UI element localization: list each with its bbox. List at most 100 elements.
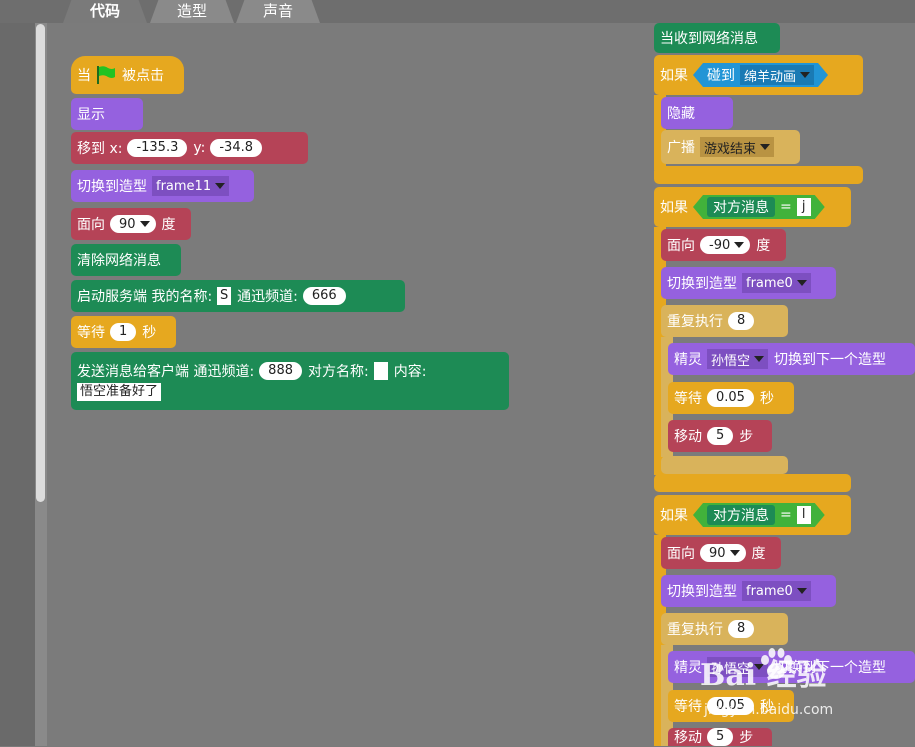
compare-value-input[interactable]: l (797, 506, 811, 524)
palette-scrollbar-thumb[interactable] (36, 24, 45, 502)
chevron-down-icon (729, 550, 740, 556)
if-message-left-block[interactable]: 如果 对方消息 = j (654, 187, 851, 227)
move-label: 移动 (674, 429, 702, 445)
direction-value: 90 (709, 545, 726, 561)
face-label: 面向 (667, 238, 695, 254)
compare-value-input[interactable]: j (797, 198, 811, 216)
costume-dropdown[interactable]: frame11 (152, 176, 230, 196)
point-direction-label: 面向 (77, 217, 105, 233)
target-name-label: 对方名称: (308, 364, 369, 380)
goto-y-input[interactable]: -34.8 (210, 139, 262, 157)
move-unit: 步 (739, 429, 754, 445)
send-channel-input[interactable]: 888 (259, 362, 302, 380)
if-label: 如果 (660, 68, 688, 84)
repeat-block[interactable]: 重复执行 8 (661, 305, 788, 337)
when-flag-clicked-block[interactable]: 当 被点击 (71, 56, 184, 94)
watermark-logo: Bai 经验 (700, 658, 827, 693)
repeat-block[interactable]: 重复执行 8 (661, 613, 788, 645)
move-steps-block[interactable]: 移动 5 步 (668, 728, 772, 746)
move-input[interactable]: 5 (707, 427, 734, 445)
move-label: 移动 (674, 730, 702, 746)
goto-x-input[interactable]: -135.3 (127, 139, 188, 157)
when-receive-message-hat[interactable]: 当收到网络消息 (654, 23, 780, 53)
costume-dropdown[interactable]: frame0 (742, 581, 811, 601)
direction-unit: 度 (751, 546, 766, 562)
wait-label: 等待 (674, 391, 702, 407)
chevron-down-icon (139, 221, 150, 227)
switch-costume-block[interactable]: 切换到造型 frame11 (71, 170, 254, 202)
if-label: 如果 (660, 200, 688, 216)
sprite-action-label: 切换到下一个造型 (774, 352, 887, 368)
chevron-down-icon (796, 280, 807, 286)
costume-dropdown[interactable]: frame0 (742, 273, 811, 293)
switch-costume-block[interactable]: 切换到造型 frame0 (661, 575, 836, 607)
wait-unit: 秒 (759, 391, 774, 407)
target-name-input[interactable] (373, 362, 388, 380)
wait-label: 等待 (674, 699, 702, 715)
clear-messages-label: 清除网络消息 (77, 253, 161, 269)
channel-input[interactable]: 666 (302, 287, 346, 305)
repeat-count-input[interactable]: 8 (728, 620, 755, 638)
clear-messages-block[interactable]: 清除网络消息 (71, 244, 181, 276)
repeat-count-input[interactable]: 8 (728, 312, 755, 330)
repeat-label: 重复执行 (667, 314, 723, 330)
if-foot (654, 474, 851, 492)
tab-code[interactable]: 代码 (63, 0, 147, 23)
sprite-dropdown-value: 孙悟空 (711, 353, 751, 369)
broadcast-value: 游戏结束 (704, 141, 757, 157)
goto-y-label: y: (193, 140, 206, 156)
hat-pre-label: 当 (77, 68, 91, 84)
chevron-down-icon (800, 72, 810, 78)
green-flag-icon (97, 66, 115, 84)
direction-unit: 度 (161, 217, 176, 233)
tab-bar: 代码 造型 声音 (0, 0, 915, 23)
sprite-dropdown[interactable]: 孙悟空 (707, 349, 769, 369)
send-message-block[interactable]: 发送消息给客户端 通迅频道: 888 对方名称: 内容: 悟空准备好了 (71, 352, 509, 410)
content-input[interactable]: 悟空准备好了 (77, 383, 162, 401)
start-server-block[interactable]: 启动服务端 我的名称: S 通迅频道: 666 (71, 280, 405, 312)
direction-input[interactable]: 90 (110, 215, 156, 233)
switch-costume-block[interactable]: 切换到造型 frame0 (661, 267, 836, 299)
if-message-right-block[interactable]: 如果 对方消息 = l (654, 495, 851, 535)
chevron-down-icon (754, 356, 765, 362)
wait-input[interactable]: 1 (110, 323, 137, 341)
move-input[interactable]: 5 (707, 728, 734, 746)
broadcast-block[interactable]: 广播 游戏结束 (661, 130, 800, 164)
direction-input[interactable]: -90 (700, 236, 751, 254)
sprite-next-costume-block[interactable]: 精灵 孙悟空 切换到下一个造型 (668, 343, 915, 375)
server-name-input[interactable]: S (217, 287, 232, 305)
equals-predicate[interactable]: 对方消息 = j (693, 195, 825, 219)
other-message-reporter[interactable]: 对方消息 (707, 197, 775, 217)
hat-post-label: 被点击 (122, 68, 164, 84)
hide-label: 隐藏 (667, 106, 695, 122)
wait-input[interactable]: 0.05 (707, 389, 754, 407)
broadcast-dropdown[interactable]: 游戏结束 (700, 137, 775, 157)
point-direction-block[interactable]: 面向 90 度 (661, 537, 781, 569)
point-direction-block[interactable]: 面向 90 度 (71, 208, 191, 240)
other-message-reporter[interactable]: 对方消息 (707, 505, 775, 525)
move-steps-block[interactable]: 移动 5 步 (668, 420, 772, 452)
direction-unit: 度 (756, 238, 771, 254)
wait-block[interactable]: 等待 1 秒 (71, 316, 176, 348)
goto-xy-block[interactable]: 移到 x: -135.3 y: -34.8 (71, 132, 308, 164)
direction-input[interactable]: 90 (700, 544, 746, 562)
costume-dropdown-value: frame11 (156, 178, 212, 194)
equals-predicate[interactable]: 对方消息 = l (693, 503, 825, 527)
costume-dropdown-value: frame0 (746, 275, 793, 291)
sprite-label: 精灵 (674, 352, 702, 368)
point-direction-block[interactable]: 面向 -90 度 (661, 229, 786, 261)
hide-block[interactable]: 隐藏 (661, 97, 733, 129)
show-block[interactable]: 显示 (71, 98, 143, 130)
wait-block[interactable]: 等待 0.05 秒 (668, 382, 794, 414)
show-label: 显示 (77, 107, 105, 123)
tab-sounds[interactable]: 声音 (236, 0, 320, 23)
touching-label: 碰到 (707, 68, 735, 84)
if-touching-block[interactable]: 如果 碰到 绵羊动画 (654, 55, 863, 95)
touching-dropdown[interactable]: 绵羊动画 (740, 65, 814, 85)
touching-value: 绵羊动画 (744, 69, 797, 85)
wait-label: 等待 (77, 325, 105, 341)
tab-costumes[interactable]: 造型 (150, 0, 234, 23)
repeat-foot (661, 456, 788, 474)
touching-predicate[interactable]: 碰到 绵羊动画 (693, 63, 828, 87)
if-foot (654, 166, 863, 184)
